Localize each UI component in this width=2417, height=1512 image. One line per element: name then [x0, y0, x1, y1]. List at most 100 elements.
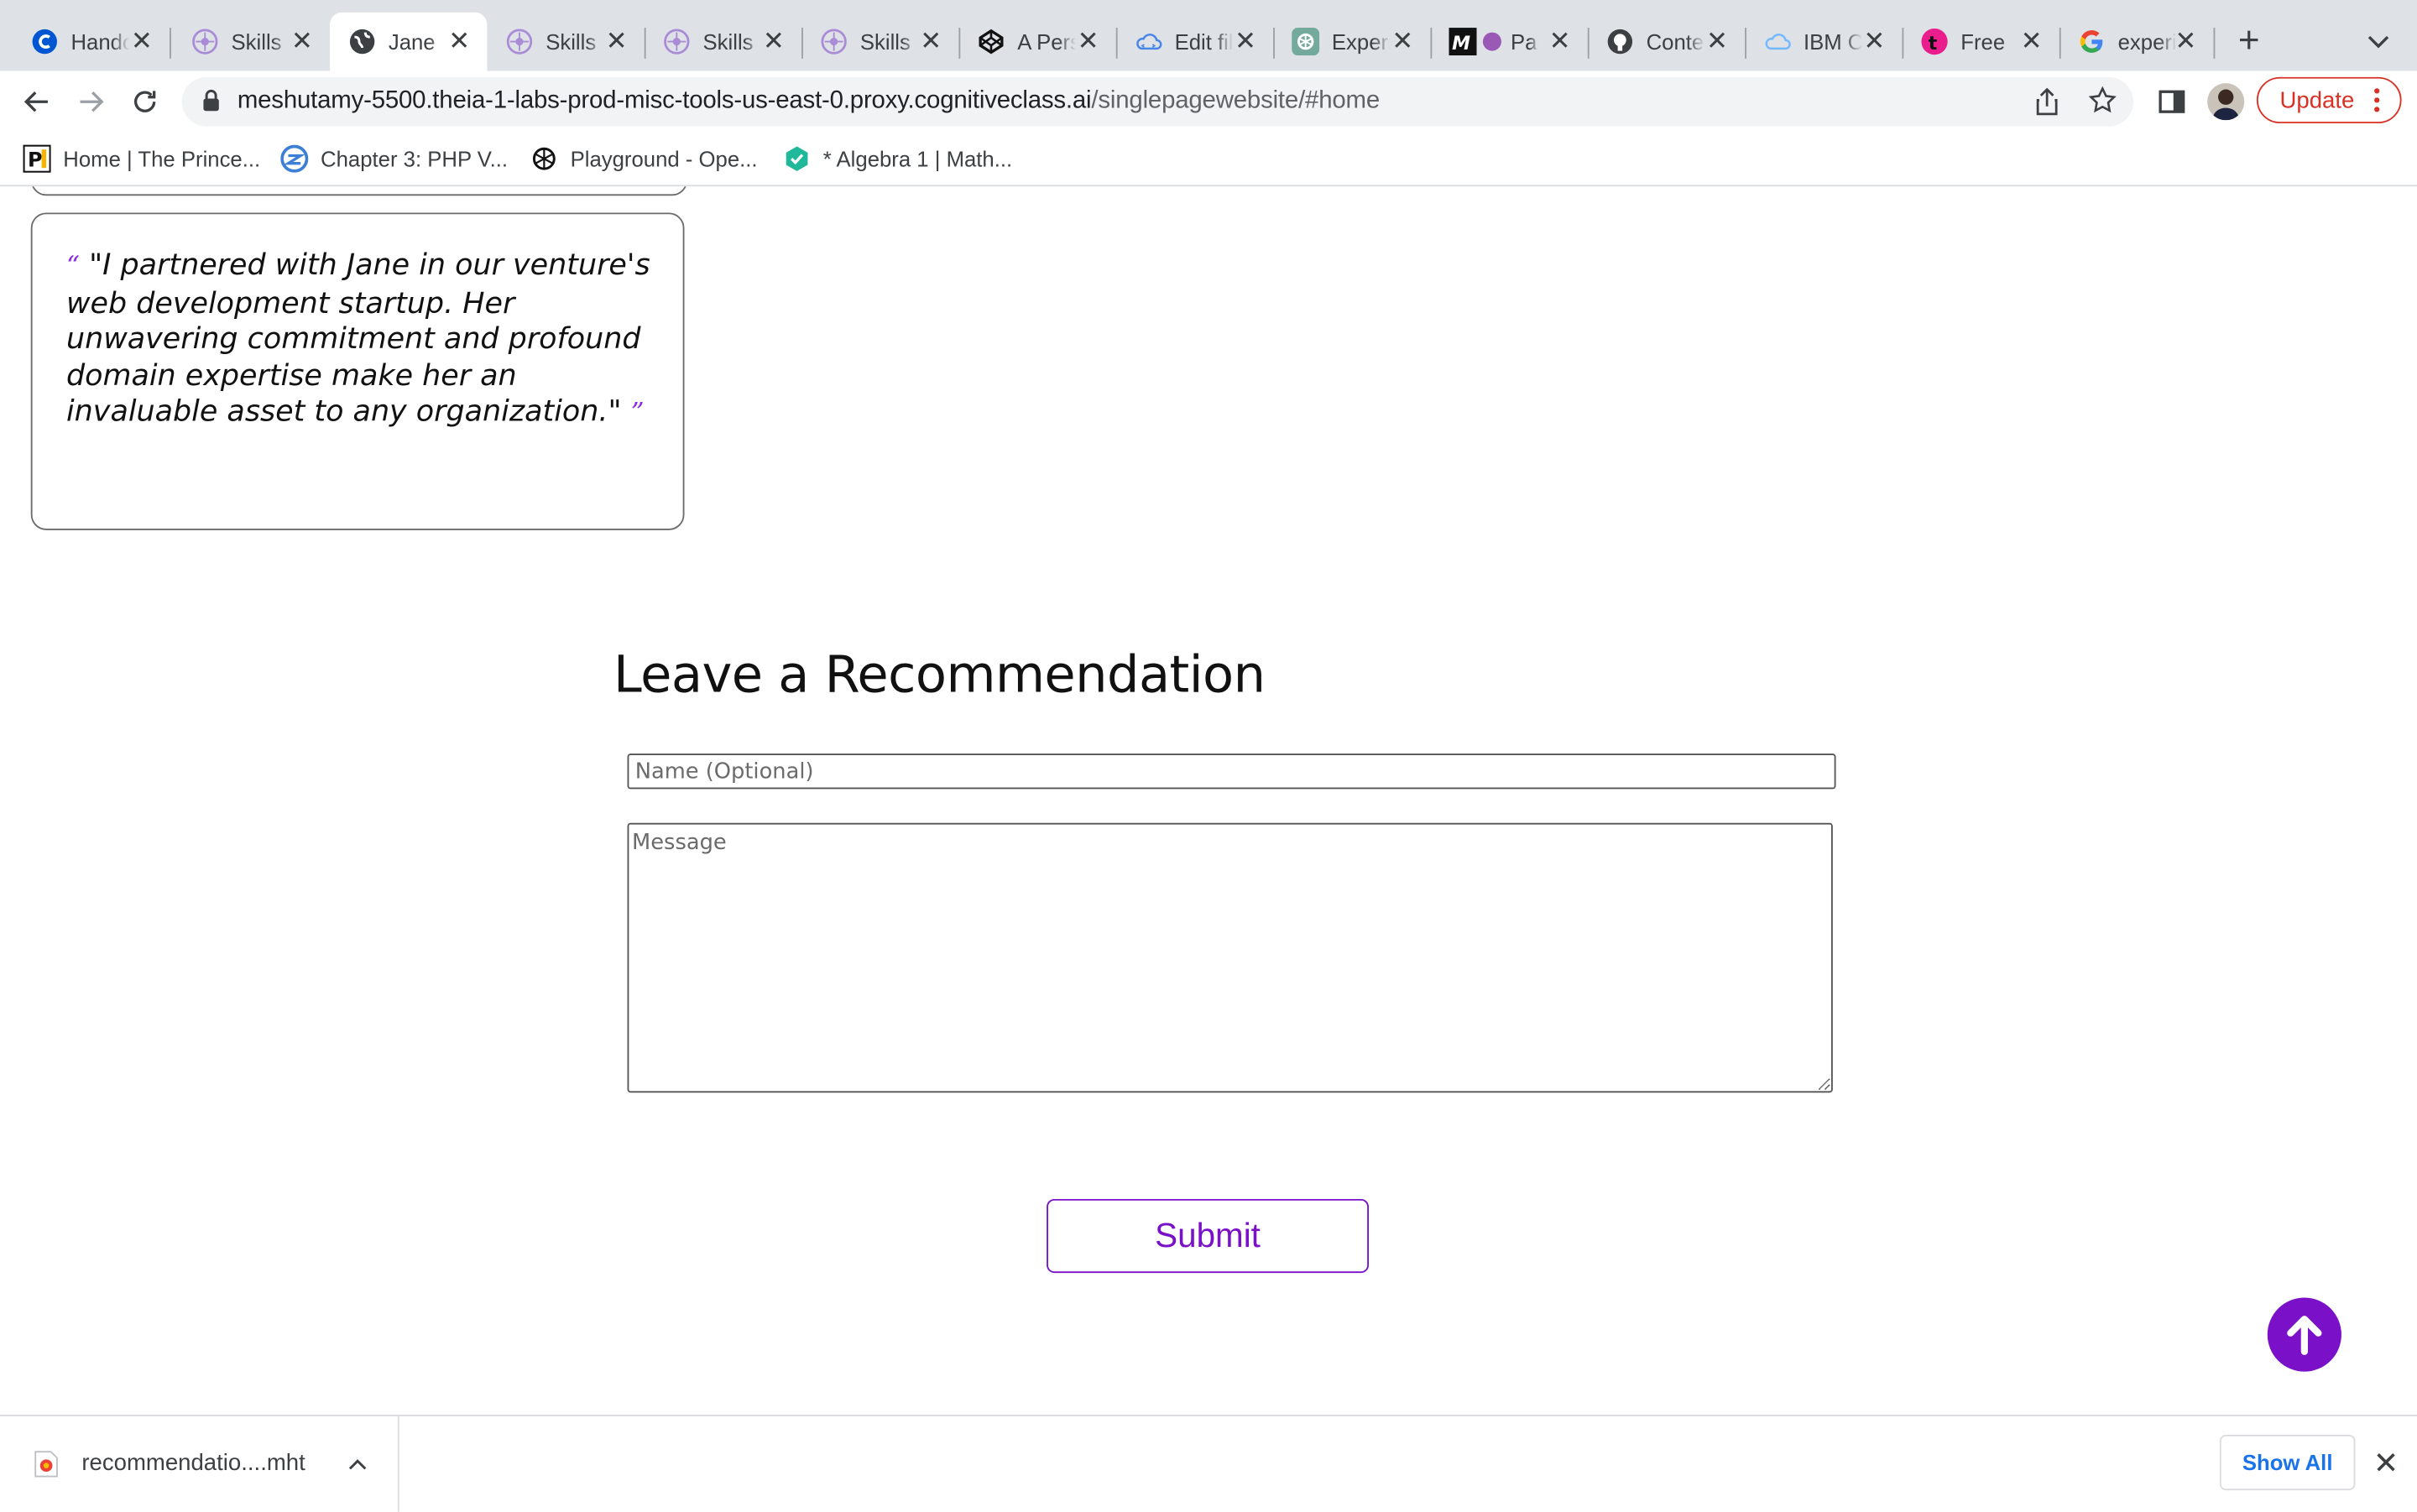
bookmark-label: Home | The Prince...: [63, 146, 261, 171]
forward-button[interactable]: [70, 81, 112, 123]
close-tab-icon[interactable]: ✕: [1544, 26, 1575, 57]
globe-icon: [348, 28, 376, 55]
mht-file-icon: [34, 1450, 58, 1478]
address-bar[interactable]: meshutamy-5500.theia-1-labs-prod-misc-to…: [181, 76, 2133, 127]
tab-experiment-google[interactable]: experiment ✕: [2059, 13, 2216, 71]
openai-icon: [530, 145, 558, 173]
close-tab-icon[interactable]: ✕: [1073, 26, 1104, 57]
google-icon: [2078, 28, 2106, 55]
close-tab-icon[interactable]: ✕: [2170, 26, 2201, 57]
tab-strip: Handout ✕ Skills ✕ Jane ✕ Skills ✕: [0, 0, 2417, 71]
bookmark-princeton-review[interactable]: P Home | The Prince...: [23, 142, 261, 175]
tab-handout[interactable]: Handout ✕: [13, 13, 171, 71]
svg-text:M: M: [1452, 34, 1470, 55]
previous-testimonial-card: [30, 186, 688, 196]
tab-title: Handout: [70, 29, 129, 55]
svg-text:t: t: [1929, 34, 1938, 55]
github-icon: [1606, 28, 1634, 55]
zybooks-icon: [280, 144, 309, 173]
openai-icon: [1292, 28, 1320, 56]
submit-button[interactable]: Submit: [1047, 1198, 1369, 1274]
tab-experiment[interactable]: Experiment ✕: [1273, 13, 1433, 71]
close-tab-icon[interactable]: ✕: [1859, 26, 1890, 57]
tab-title: Skills: [702, 29, 754, 55]
open-quote-mark: “: [65, 251, 80, 283]
close-tab-icon[interactable]: ✕: [1702, 26, 1733, 57]
skills-network-icon: [663, 28, 691, 55]
bookmarks-bar: P Home | The Prince... Chapter 3: PHP V.…: [0, 132, 2417, 187]
bookmark-star-icon[interactable]: [2088, 86, 2117, 122]
tab-skills[interactable]: Skills ✕: [645, 13, 803, 71]
tab-skills[interactable]: Skills ✕: [173, 13, 330, 71]
arrow-up-icon: [2287, 1316, 2322, 1355]
skills-network-icon: [191, 28, 219, 55]
download-item[interactable]: recommendatio....mht: [0, 1416, 399, 1512]
close-icon[interactable]: ✕: [2367, 1444, 2404, 1481]
cloud-ide-icon: [1135, 28, 1162, 55]
close-tab-icon[interactable]: ✕: [759, 26, 790, 57]
url-text[interactable]: meshutamy-5500.theia-1-labs-prod-misc-to…: [238, 88, 1380, 116]
skills-network-icon: [820, 28, 848, 55]
close-tab-icon[interactable]: ✕: [601, 26, 632, 57]
tab-free[interactable]: t Free ✕: [1902, 13, 2061, 71]
recommendation-heading: Leave a Recommendation: [613, 644, 1266, 705]
tab-skills[interactable]: Skills ✕: [487, 13, 646, 71]
new-tab-button[interactable]: +: [2229, 20, 2269, 62]
chevron-up-icon[interactable]: [342, 1448, 373, 1479]
coursera-icon: [31, 28, 59, 55]
close-tab-icon[interactable]: ✕: [127, 26, 158, 57]
tab-ibm-cloud[interactable]: IBM Cloud ✕: [1745, 13, 1904, 71]
tab-title: A Personal: [1017, 29, 1076, 55]
close-tab-icon[interactable]: ✕: [444, 26, 475, 57]
bookmark-label: * Algebra 1 | Math...: [822, 146, 1013, 171]
tab-page[interactable]: M Page ✕: [1430, 13, 1590, 71]
tab-title: Edit file: [1174, 29, 1234, 55]
show-all-downloads-button[interactable]: Show All: [2219, 1434, 2356, 1491]
medium-icon: M: [1449, 28, 1477, 56]
tab-edit-file[interactable]: Edit file ✕: [1116, 13, 1275, 71]
close-tab-icon[interactable]: ✕: [916, 26, 947, 57]
tab-title: Skills: [546, 29, 597, 55]
close-tab-icon[interactable]: ✕: [1387, 26, 1418, 57]
update-button[interactable]: Update: [2256, 76, 2402, 123]
lock-icon[interactable]: [202, 89, 221, 121]
tab-a-personal[interactable]: A Personal ✕: [958, 13, 1118, 71]
profile-avatar[interactable]: [2207, 83, 2245, 121]
close-tab-icon[interactable]: ✕: [1230, 26, 1261, 57]
close-tab-icon[interactable]: ✕: [287, 26, 318, 57]
bookmark-algebra[interactable]: * Algebra 1 | Math...: [783, 142, 1012, 175]
forward-arrow-icon: [80, 91, 104, 112]
reload-button[interactable]: [123, 81, 166, 123]
message-textarea[interactable]: [627, 822, 1833, 1093]
url-host: meshutamy-5500.theia-1-labs-prod-misc-to…: [237, 87, 1092, 114]
update-label: Update: [2279, 86, 2355, 113]
back-arrow-icon: [23, 91, 48, 112]
bookmark-php-chapter[interactable]: Chapter 3: PHP V...: [280, 142, 508, 175]
url-path: /singlepagewebsite/#home: [1091, 87, 1380, 114]
kebab-menu-icon: [2373, 86, 2382, 120]
ibm-cloud-icon: [1763, 28, 1791, 55]
bookmark-openai-playground[interactable]: Playground - Ope...: [530, 142, 758, 175]
bookmark-label: Playground - Ope...: [570, 146, 758, 171]
page-viewport: “ "I partnered with Jane in our venture'…: [0, 186, 2417, 1416]
testimonial-quote: “ "I partnered with Jane in our venture'…: [66, 248, 660, 432]
scroll-to-top-button[interactable]: [2267, 1297, 2341, 1372]
tab-jane-active[interactable]: Jane ✕: [330, 12, 488, 71]
tab-skills[interactable]: Skills ✕: [801, 13, 961, 71]
tab-contents[interactable]: Contents ✕: [1588, 13, 1746, 71]
testimonial-card: “ "I partnered with Jane in our venture'…: [30, 212, 685, 530]
side-panel-icon[interactable]: [2158, 88, 2185, 123]
tab-title: IBM Cloud: [1803, 29, 1862, 55]
svg-text:P: P: [28, 148, 43, 171]
close-tab-icon[interactable]: ✕: [2016, 26, 2047, 57]
tab-search-button[interactable]: [2362, 24, 2395, 58]
close-quote-mark: ”: [630, 397, 645, 429]
name-input[interactable]: [627, 753, 1836, 790]
tab-title: Contents: [1646, 29, 1705, 55]
download-shelf: recommendatio....mht Show All ✕: [0, 1415, 2417, 1512]
tab-title: Experiment: [1331, 29, 1391, 55]
codepen-icon: [977, 28, 1005, 55]
tab-title: Jane: [388, 29, 436, 55]
share-icon[interactable]: [2034, 87, 2059, 123]
back-button[interactable]: [15, 81, 58, 123]
